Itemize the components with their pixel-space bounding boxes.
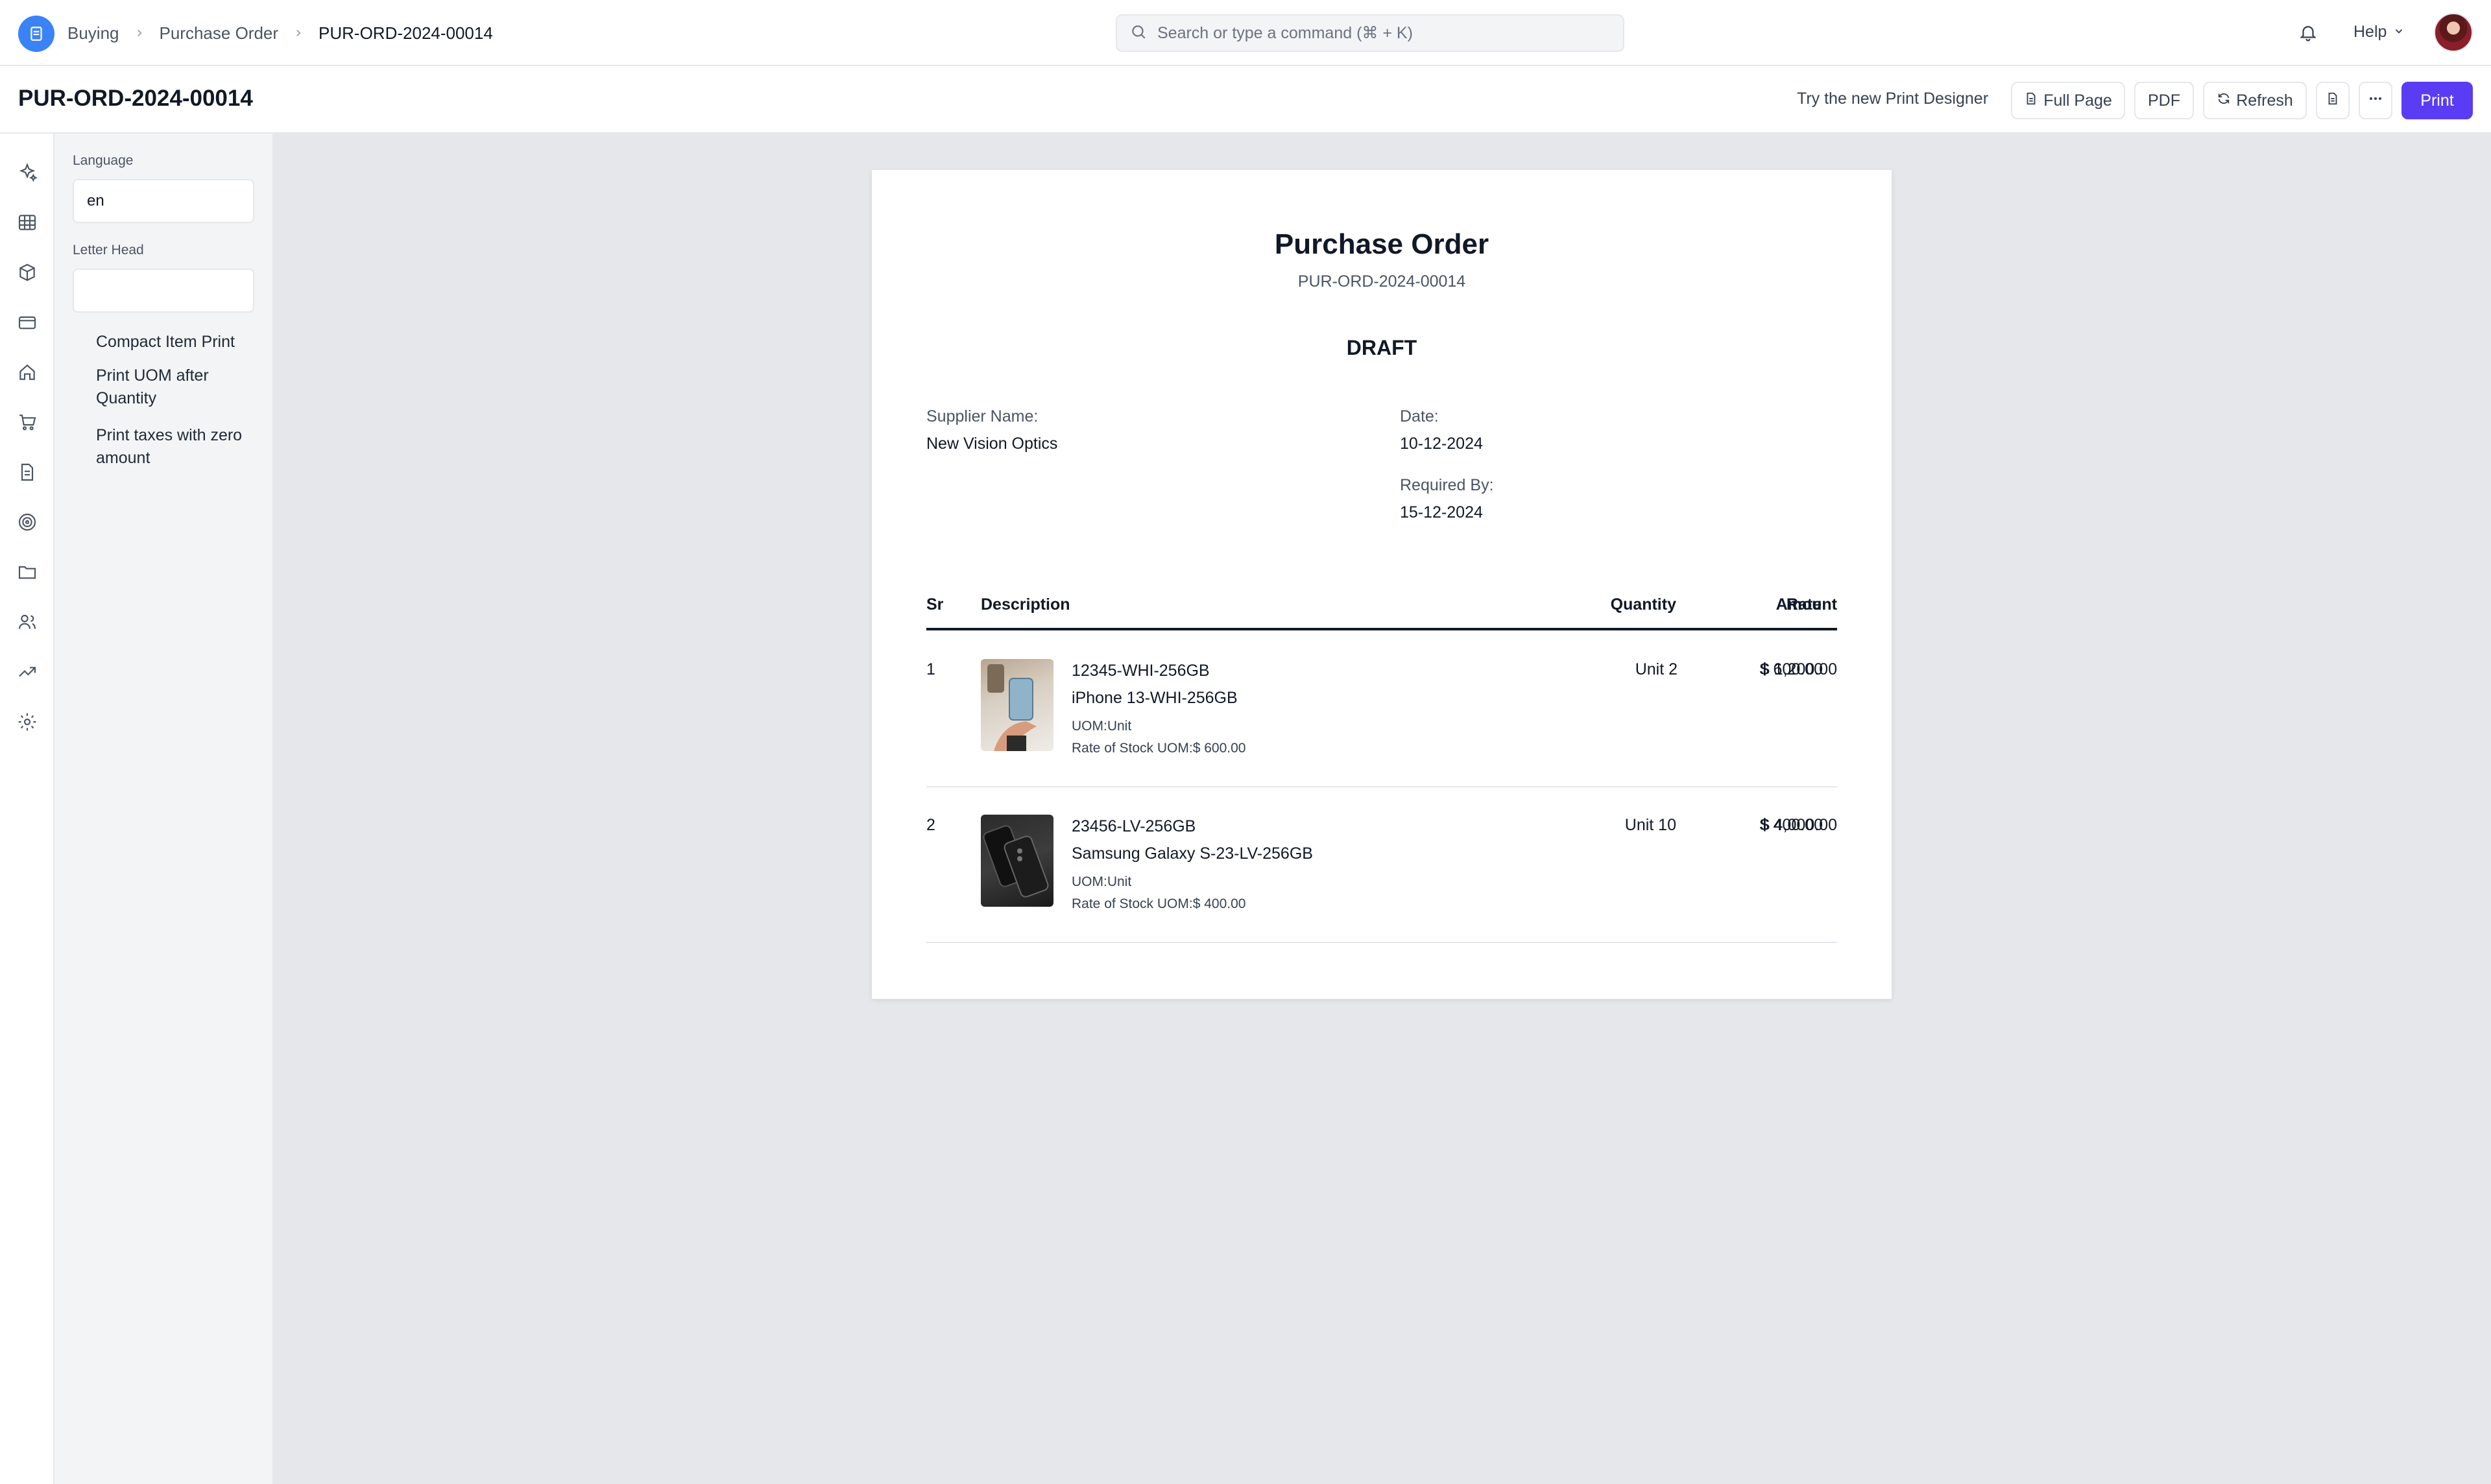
- item-uom: UOM:Unit: [1072, 719, 1132, 734]
- search-bar[interactable]: [1116, 14, 1624, 52]
- top-navbar: Buying Purchase Order PUR-ORD-2024-00014…: [0, 0, 2491, 66]
- row-sr: 1: [926, 660, 935, 678]
- sparkle-icon[interactable]: [14, 160, 40, 186]
- target-icon[interactable]: [14, 509, 40, 535]
- users-icon[interactable]: [14, 609, 40, 635]
- full-page-label: Full Page: [2043, 91, 2112, 110]
- date-label: Date:: [1400, 407, 1439, 425]
- item-code: 12345-WHI-256GB: [1072, 662, 1210, 680]
- print-preview-sheet: Purchase Order PUR-ORD-2024-00014 DRAFT …: [872, 170, 1892, 999]
- column-header-quantity: Quantity: [1610, 595, 1676, 614]
- more-options-button[interactable]: [2359, 82, 2392, 119]
- cart-icon[interactable]: [14, 409, 40, 435]
- item-amount: $ 4,000.00: [1760, 816, 1837, 834]
- card-icon[interactable]: [14, 309, 40, 335]
- table-header-rule: [926, 628, 1837, 630]
- item-amount: $ 1,200.00: [1760, 660, 1837, 678]
- column-header-sr: Sr: [926, 595, 944, 614]
- item-quantity: Unit 10: [1624, 816, 1676, 834]
- letter-head-label: Letter Head: [73, 243, 144, 257]
- document-icon: [2024, 91, 2038, 110]
- supplier-value: New Vision Optics: [926, 435, 1058, 453]
- breadcrumb-purchase-order[interactable]: Purchase Order: [160, 23, 279, 43]
- required-by-label: Required By:: [1400, 476, 1494, 494]
- language-label: Language: [73, 153, 134, 168]
- print-label: Print: [2420, 91, 2454, 110]
- row-divider: [926, 786, 1837, 787]
- language-input[interactable]: [73, 179, 254, 223]
- help-label: Help: [2353, 22, 2387, 41]
- print-options-panel: Language Letter Head Compact Item Print …: [54, 134, 272, 1484]
- item-quantity: Unit 2: [1635, 660, 1678, 678]
- supplier-label: Supplier Name:: [926, 407, 1039, 425]
- item-code: 23456-LV-256GB: [1072, 817, 1196, 835]
- home-icon[interactable]: [14, 359, 40, 385]
- ellipsis-icon: [2368, 91, 2383, 111]
- item-name: iPhone 13-WHI-256GB: [1072, 689, 1238, 707]
- app-logo-icon[interactable]: [18, 16, 54, 52]
- print-settings-button[interactable]: [2316, 82, 2350, 119]
- trend-icon[interactable]: [14, 659, 40, 685]
- try-print-designer-link[interactable]: Try the new Print Designer: [1797, 90, 1988, 108]
- date-value: 10-12-2024: [1400, 435, 1483, 453]
- help-menu[interactable]: Help: [2353, 18, 2405, 45]
- search-input[interactable]: [1157, 23, 1598, 43]
- print-taxes-zero-amount-option[interactable]: Print taxes with zero amount: [96, 424, 258, 470]
- required-by-value: 15-12-2024: [1400, 503, 1483, 521]
- page-header: PUR-ORD-2024-00014 Try the new Print Des…: [0, 66, 2491, 134]
- document-status: DRAFT: [1346, 336, 1417, 359]
- settings-icon[interactable]: [14, 709, 40, 735]
- folder-icon[interactable]: [14, 559, 40, 585]
- chevron-right-icon: [134, 27, 145, 39]
- breadcrumb-buying[interactable]: Buying: [67, 23, 119, 43]
- chevron-right-icon: [293, 27, 304, 39]
- print-button[interactable]: Print: [2401, 82, 2473, 119]
- avatar[interactable]: [2434, 13, 2473, 52]
- chevron-down-icon: [2393, 23, 2405, 42]
- breadcrumb: Buying Purchase Order PUR-ORD-2024-00014: [67, 0, 493, 66]
- page-title: PUR-ORD-2024-00014: [18, 86, 253, 111]
- item-stock-rate: Rate of Stock UOM:$ 600.00: [1072, 741, 1246, 756]
- pdf-button[interactable]: PDF: [2134, 82, 2194, 119]
- item-name: Samsung Galaxy S-23-LV-256GB: [1072, 844, 1313, 863]
- search-icon: [1130, 23, 1147, 43]
- table-icon[interactable]: [14, 209, 40, 235]
- document-title: Purchase Order: [1274, 228, 1489, 260]
- print-uom-after-quantity-option[interactable]: Print UOM after Quantity: [96, 365, 258, 410]
- file-icon: [2326, 91, 2340, 110]
- refresh-label: Refresh: [2236, 91, 2293, 110]
- box-icon[interactable]: [14, 259, 40, 285]
- document-number: PUR-ORD-2024-00014: [1297, 272, 1466, 291]
- column-header-amount: Amount: [1775, 595, 1837, 614]
- item-image-iphone: [981, 659, 1053, 751]
- refresh-icon: [2217, 91, 2231, 110]
- breadcrumb-current[interactable]: PUR-ORD-2024-00014: [319, 23, 493, 43]
- item-uom: UOM:Unit: [1072, 874, 1132, 889]
- item-image-samsung: [981, 815, 1053, 907]
- column-header-description: Description: [981, 595, 1070, 614]
- row-sr: 2: [926, 816, 935, 834]
- icon-sidebar: [0, 134, 54, 1484]
- full-page-button[interactable]: Full Page: [2011, 82, 2125, 119]
- compact-item-print-option[interactable]: Compact Item Print: [96, 331, 258, 353]
- item-stock-rate: Rate of Stock UOM:$ 400.00: [1072, 896, 1246, 911]
- document-icon[interactable]: [14, 459, 40, 485]
- refresh-button[interactable]: Refresh: [2203, 82, 2307, 119]
- row-divider: [926, 942, 1837, 943]
- letter-head-input[interactable]: [73, 269, 254, 313]
- bell-icon[interactable]: [2295, 19, 2321, 45]
- pdf-label: PDF: [2148, 91, 2180, 110]
